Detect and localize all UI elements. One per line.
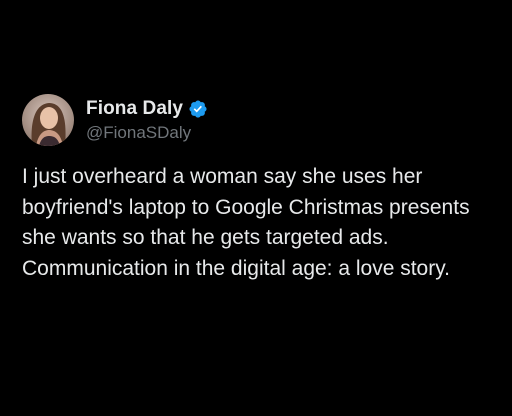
avatar-photo-icon xyxy=(22,94,74,146)
author-handle[interactable]: @FionaSDaly xyxy=(86,122,208,144)
avatar[interactable] xyxy=(22,94,74,146)
author-names: Fiona Daly @FionaSDaly xyxy=(86,97,208,144)
tweet-card: Fiona Daly @FionaSDaly I just overheard … xyxy=(0,0,512,416)
author-name-row[interactable]: Fiona Daly xyxy=(86,97,208,121)
author-display-name[interactable]: Fiona Daly xyxy=(86,97,183,121)
tweet-header: Fiona Daly @FionaSDaly xyxy=(22,92,208,148)
verified-badge-icon[interactable] xyxy=(188,99,208,119)
tweet-text: I just overheard a woman say she uses he… xyxy=(22,165,470,280)
